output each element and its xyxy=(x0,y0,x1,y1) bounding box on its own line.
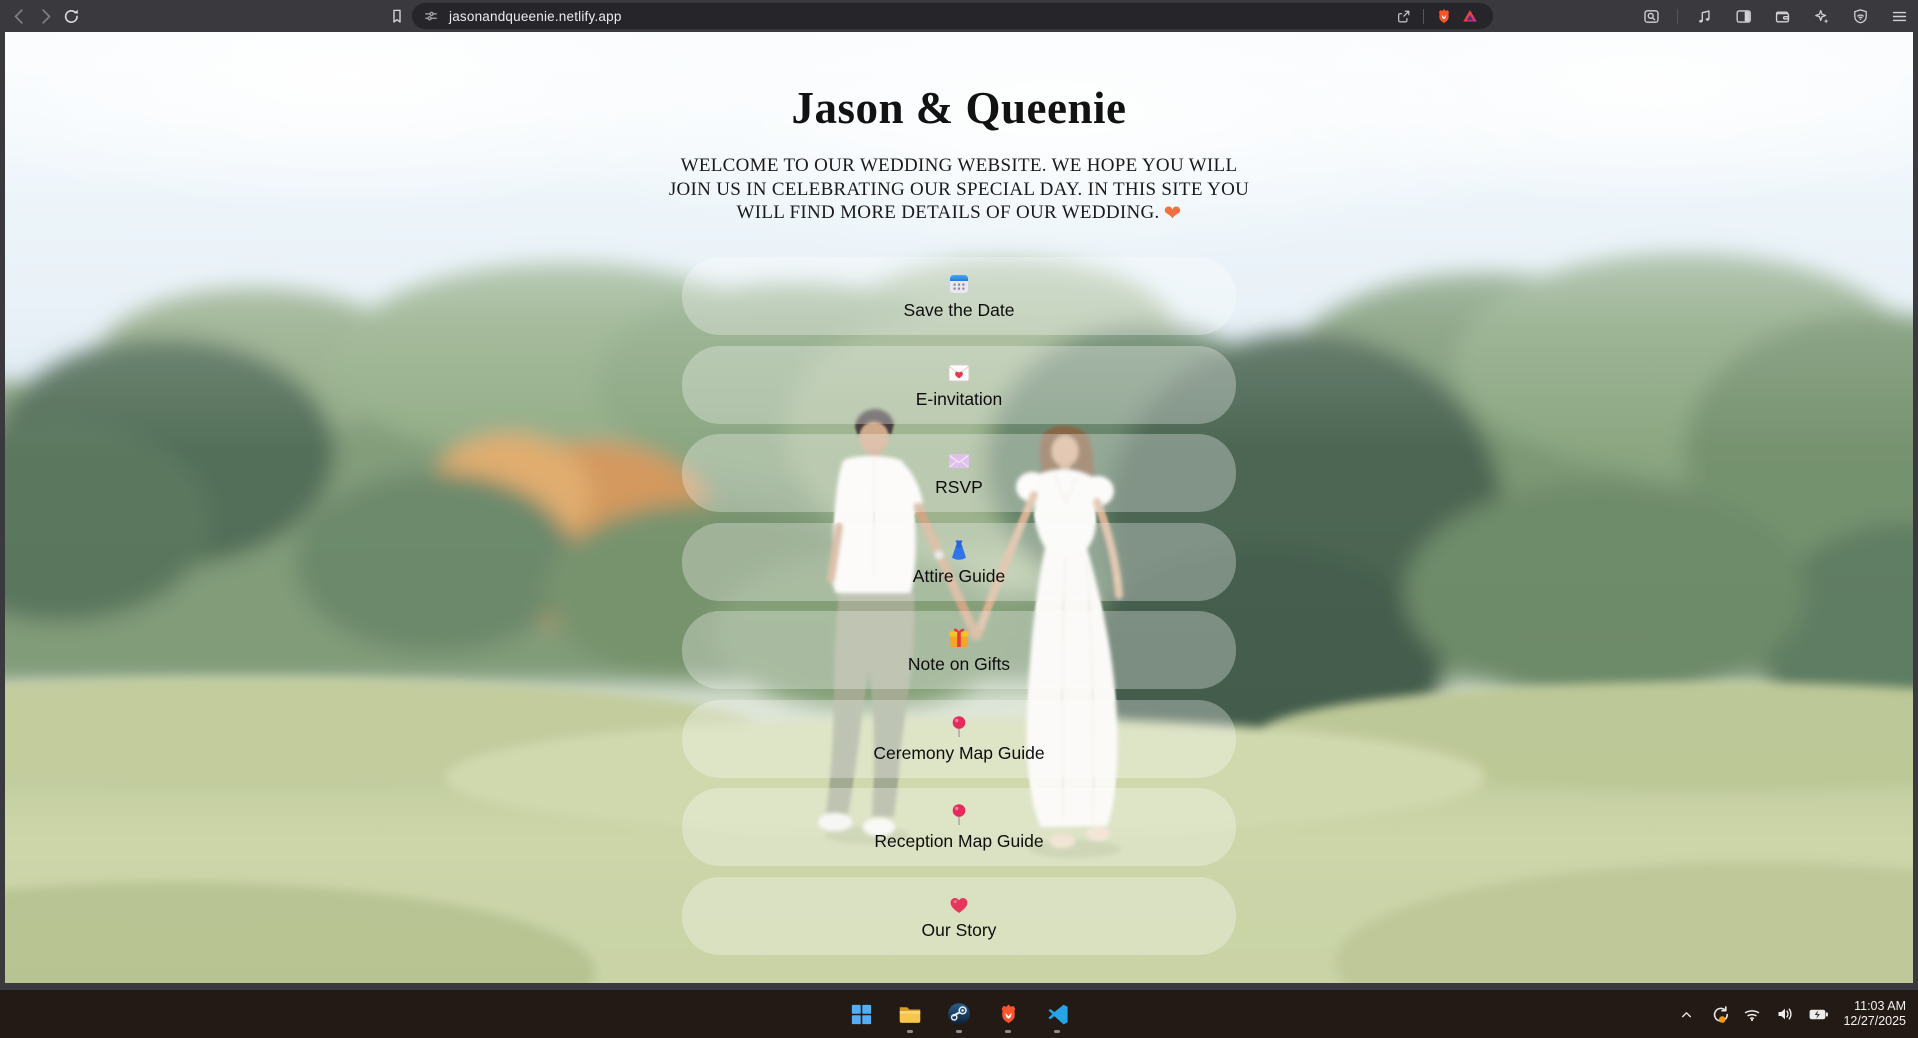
taskbar-center xyxy=(844,990,1074,1038)
sidebar-panel-icon xyxy=(1734,7,1753,26)
taskbar-clock[interactable]: 11:03 AM 12/27/2025 xyxy=(1843,999,1906,1030)
menu-label: Save the Date xyxy=(904,300,1015,321)
menu-button-reception-map-guide[interactable]: Reception Map Guide xyxy=(682,788,1236,866)
taskbar-app-steam[interactable] xyxy=(942,992,976,1036)
hamburger-menu-icon xyxy=(1890,7,1909,26)
toolbar-right-icons xyxy=(1638,0,1912,32)
wallet-icon xyxy=(1773,7,1792,26)
clock-time: 11:03 AM xyxy=(1843,999,1906,1015)
menu-button-our-story[interactable]: Our Story xyxy=(682,877,1236,955)
vpn-shield-icon xyxy=(1851,7,1870,26)
menu-label: Our Story xyxy=(922,920,997,941)
menu-label: Reception Map Guide xyxy=(874,831,1043,852)
brave-icon xyxy=(996,1002,1021,1027)
music-note-icon xyxy=(1695,7,1714,26)
chevron-up-icon xyxy=(1678,1006,1695,1023)
windows-start-icon xyxy=(849,1002,874,1027)
menu-button-attire-guide[interactable]: Attire Guide xyxy=(682,523,1236,601)
menu-label: Attire Guide xyxy=(913,566,1005,587)
tray-battery-icon[interactable] xyxy=(1806,1002,1830,1026)
address-bar[interactable]: jasonandqueenie.netlify.app xyxy=(412,3,1493,29)
taskbar-app-brave[interactable] xyxy=(991,992,1025,1036)
back-arrow-icon xyxy=(10,7,29,26)
screen: jasonandqueenie.netlify.app xyxy=(0,0,1918,1038)
heart-icon xyxy=(946,891,972,917)
bookmark-button[interactable] xyxy=(384,3,410,29)
menu-label: E-invitation xyxy=(916,389,1003,410)
page-title: Jason & Queenie xyxy=(5,82,1913,134)
menu-label: Note on Gifts xyxy=(908,654,1010,675)
brave-rewards-button[interactable] xyxy=(1457,3,1483,29)
taskbar-app-vscode[interactable] xyxy=(1040,992,1074,1036)
menu-label: RSVP xyxy=(935,477,983,498)
round-pushpin-icon xyxy=(946,714,972,740)
search-in-window-icon xyxy=(1642,7,1661,26)
round-pushpin-icon xyxy=(946,802,972,828)
menu-button-e-invitation[interactable]: E-invitation xyxy=(682,346,1236,424)
sync-update-icon xyxy=(1709,1004,1730,1025)
menu-button[interactable] xyxy=(1886,3,1912,29)
battery-charging-icon xyxy=(1808,1004,1829,1025)
media-control-button[interactable] xyxy=(1691,3,1717,29)
running-indicator xyxy=(956,1030,962,1033)
browser-toolbar: jasonandqueenie.netlify.app xyxy=(0,0,1918,32)
system-tray: 11:03 AM 12/27/2025 xyxy=(1674,990,1906,1038)
vscode-icon xyxy=(1045,1002,1070,1027)
wedding-website-page: Jason & Queenie WELCOME TO OUR WEDDING W… xyxy=(5,32,1913,983)
tray-wifi-icon[interactable] xyxy=(1740,1002,1764,1026)
reload-icon xyxy=(62,7,81,26)
wallet-button[interactable] xyxy=(1769,3,1795,29)
file-explorer-icon xyxy=(897,1001,923,1027)
sparkle-icon xyxy=(1812,7,1831,26)
forward-arrow-icon xyxy=(36,7,55,26)
orange-heart-icon: ❤ xyxy=(1164,201,1182,225)
menu-label: Ceremony Map Guide xyxy=(873,743,1044,764)
share-icon xyxy=(1395,8,1412,25)
share-button[interactable] xyxy=(1390,3,1416,29)
start-button[interactable] xyxy=(844,992,878,1036)
clock-date: 12/27/2025 xyxy=(1843,1014,1906,1030)
menu-button-save-the-date[interactable]: Save the Date xyxy=(682,257,1236,335)
running-indicator xyxy=(907,1030,913,1033)
brave-rewards-icon xyxy=(1461,7,1479,25)
leo-ai-button[interactable] xyxy=(1808,3,1834,29)
gift-icon xyxy=(946,625,972,651)
steam-icon xyxy=(946,1001,972,1027)
site-settings-icon[interactable] xyxy=(422,7,440,25)
brave-shields-button[interactable] xyxy=(1431,3,1457,29)
reload-button[interactable] xyxy=(58,3,84,29)
menu-button-note-on-gifts[interactable]: Note on Gifts xyxy=(682,611,1236,689)
dress-icon xyxy=(946,537,972,563)
calendar-icon xyxy=(946,271,972,297)
sidebar-button[interactable] xyxy=(1730,3,1756,29)
speaker-icon xyxy=(1775,1004,1795,1024)
taskbar: 11:03 AM 12/27/2025 xyxy=(0,990,1918,1038)
tray-hidden-icons-button[interactable] xyxy=(1674,1002,1698,1026)
tray-update-icon[interactable] xyxy=(1707,1002,1731,1026)
running-indicator xyxy=(1054,1030,1060,1033)
urlbar-divider xyxy=(1423,9,1424,24)
welcome-text: WELCOME TO OUR WEDDING WEBSITE. WE HOPE … xyxy=(667,154,1252,225)
back-button[interactable] xyxy=(6,3,32,29)
menu-button-ceremony-map-guide[interactable]: Ceremony Map Guide xyxy=(682,700,1236,778)
love-letter-icon xyxy=(946,360,972,386)
menu-button-rsvp[interactable]: RSVP xyxy=(682,434,1236,512)
tray-volume-icon[interactable] xyxy=(1773,1002,1797,1026)
wifi-icon xyxy=(1742,1004,1762,1024)
search-tabs-button[interactable] xyxy=(1638,3,1664,29)
bookmark-icon xyxy=(388,7,406,25)
url-text[interactable]: jasonandqueenie.netlify.app xyxy=(449,9,622,24)
forward-button[interactable] xyxy=(32,3,58,29)
brave-shields-icon xyxy=(1435,7,1453,25)
vpn-button[interactable] xyxy=(1847,3,1873,29)
envelope-icon xyxy=(946,448,972,474)
toolbar-divider xyxy=(1677,9,1678,24)
taskbar-app-file-explorer[interactable] xyxy=(893,992,927,1036)
running-indicator xyxy=(1005,1030,1011,1033)
wedding-menu: Save the Date E-invitation RSVP Attire G… xyxy=(682,257,1236,955)
